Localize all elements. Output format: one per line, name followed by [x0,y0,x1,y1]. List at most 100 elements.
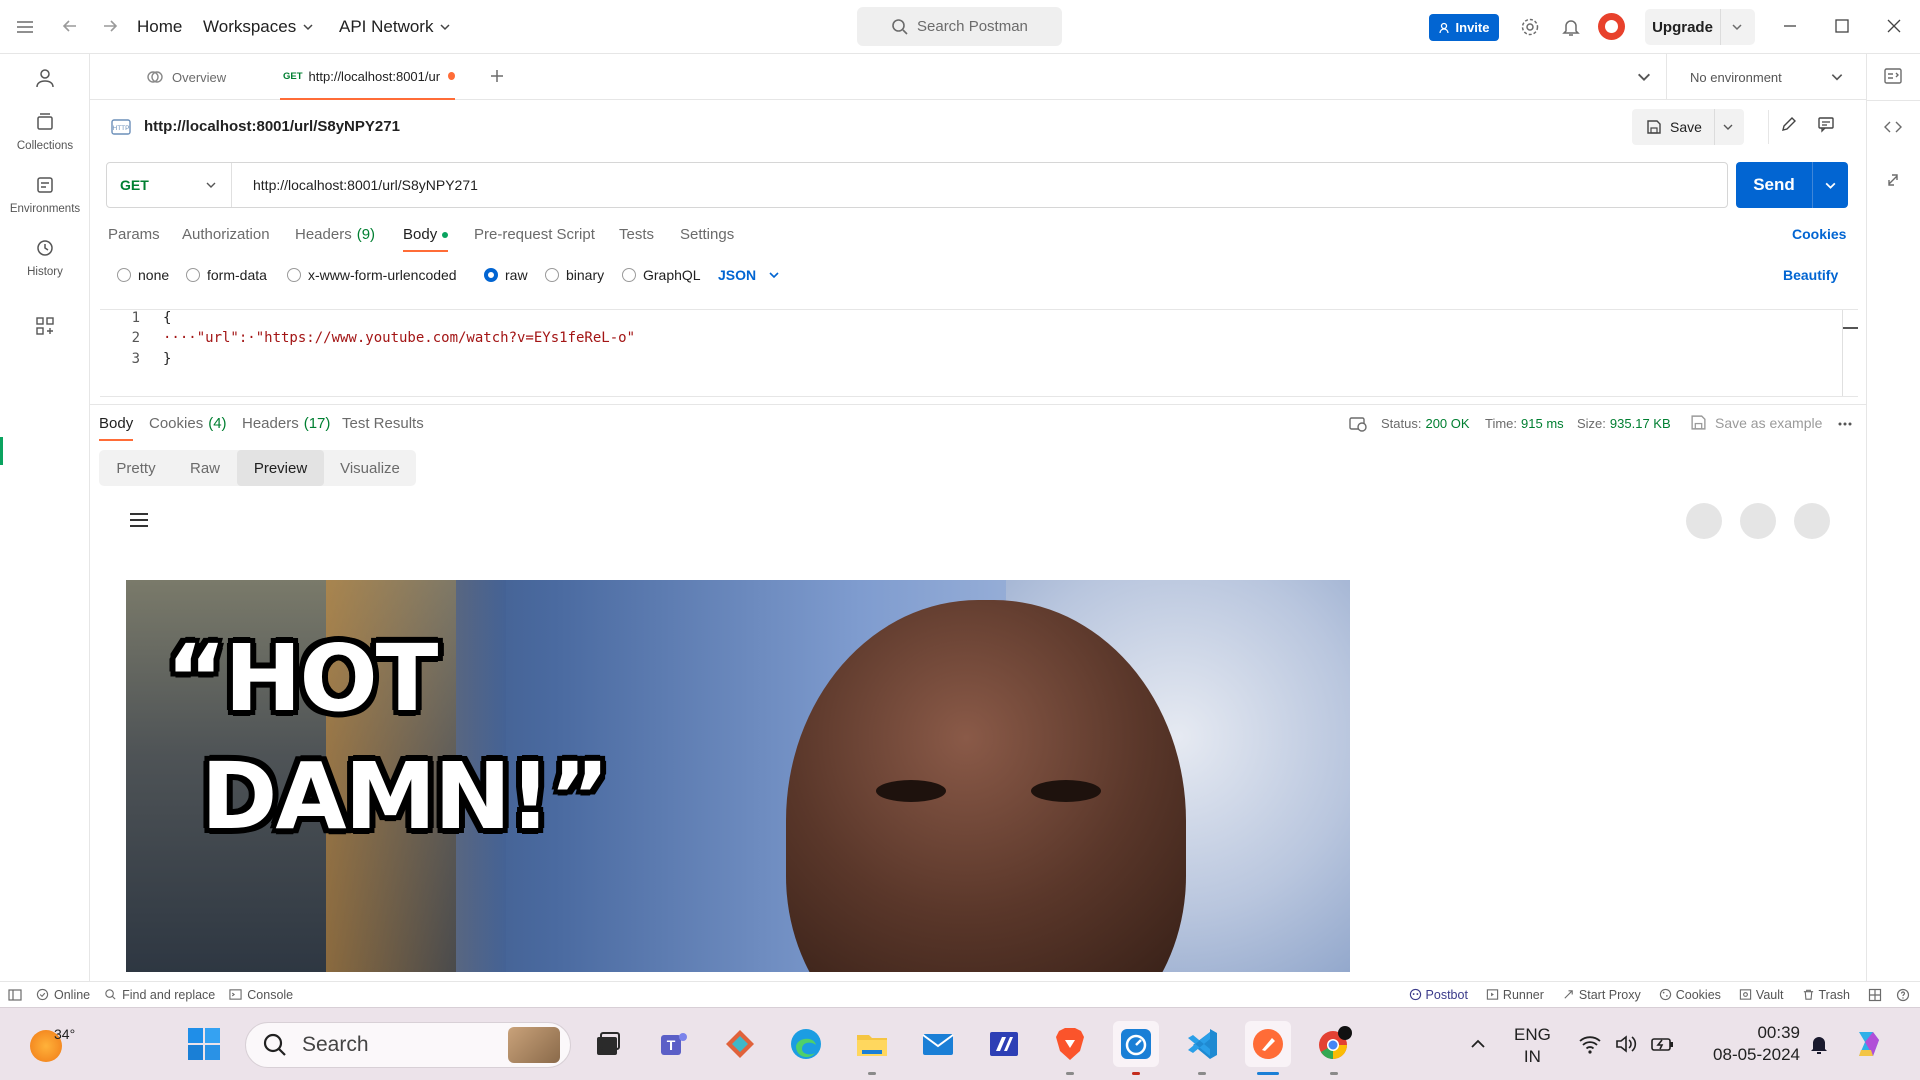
trash-button[interactable]: Trash [1802,988,1850,1002]
upgrade-button[interactable]: Upgrade [1645,9,1755,45]
environment-quick-look-icon[interactable] [1883,66,1903,86]
notification-bell-icon[interactable] [1808,1032,1830,1056]
battery-charging-icon[interactable] [1650,1033,1676,1055]
window-minimize-icon[interactable] [1780,16,1800,36]
comments-icon[interactable] [1816,114,1836,134]
radio-form-data[interactable]: form-data [186,267,267,283]
request-title[interactable]: http://localhost:8001/url/S8yNPY271 [144,118,400,135]
response-size[interactable]: Size: 935.17 KB [1577,416,1671,431]
task-view-icon[interactable] [585,1021,631,1067]
response-tab-cookies[interactable]: Cookies (4) [149,415,227,432]
new-tab-plus-icon[interactable] [488,67,506,85]
beautify-link[interactable]: Beautify [1783,267,1838,283]
api-network-menu[interactable]: API Network [339,17,451,37]
postbot-button[interactable]: Postbot [1409,988,1468,1002]
layout-toggle-icon[interactable] [1868,988,1882,1002]
vscode-icon[interactable] [1179,1021,1225,1067]
response-tab-headers[interactable]: Headers (17) [242,415,330,432]
notifications-bell-icon[interactable] [1560,16,1582,38]
tab-overview[interactable]: Overview [146,54,226,100]
back-arrow-icon[interactable] [60,16,80,36]
toggle-sidebar-icon[interactable] [8,988,22,1002]
radio-raw[interactable]: raw [484,267,528,283]
window-maximize-icon[interactable] [1832,16,1852,36]
radio-none[interactable]: none [117,267,169,283]
radio-x-www-form-urlencoded[interactable]: x-www-form-urlencoded [287,267,457,283]
video-thumbnail-image[interactable]: “HOT DAMN!” [126,580,1350,972]
teams-icon[interactable]: T [651,1021,697,1067]
cookies-button[interactable]: Cookies [1659,988,1721,1002]
tab-settings[interactable]: Settings [680,226,734,243]
weather-widget[interactable]: 34° [30,1022,75,1062]
taskbar-clock[interactable]: 00:39 08-05-2024 [1700,1022,1800,1066]
preview-hamburger-icon[interactable] [127,508,151,532]
forward-arrow-icon[interactable] [100,16,120,36]
tab-tests[interactable]: Tests [619,226,654,243]
response-status[interactable]: Status: 200 OK [1381,416,1470,431]
code-editor-app-icon[interactable] [981,1021,1027,1067]
start-proxy-button[interactable]: Start Proxy [1562,988,1641,1002]
home-link[interactable]: Home [137,17,182,37]
chrome-browser-icon[interactable] [1311,1021,1357,1067]
settings-gear-icon[interactable] [1519,16,1541,38]
save-button[interactable]: Save [1632,109,1744,145]
edit-pencil-icon[interactable] [1779,114,1799,134]
taskbar-search-box[interactable]: Search [245,1022,571,1068]
view-raw[interactable]: Raw [173,450,237,486]
related-collections-icon[interactable] [1883,170,1903,190]
format-dropdown[interactable]: JSON [718,267,780,283]
find-and-replace-button[interactable]: Find and replace [104,988,215,1002]
tab-authorization[interactable]: Authorization [182,226,270,243]
user-profile-icon[interactable] [33,66,57,90]
vault-button[interactable]: Vault [1739,988,1784,1002]
git-app-icon[interactable] [717,1021,763,1067]
view-preview[interactable]: Preview [237,450,324,486]
method-selector[interactable]: GET [107,163,232,207]
help-icon[interactable] [1896,988,1910,1002]
start-button[interactable] [181,1021,227,1067]
tabs-dropdown-icon[interactable] [1636,69,1652,85]
postman-app-icon[interactable] [1245,1021,1291,1067]
view-pretty[interactable]: Pretty [99,450,173,486]
tab-active-request[interactable]: GET http://localhost:8001/ur [280,54,455,100]
view-visualize[interactable]: Visualize [324,450,416,486]
tab-headers[interactable]: Headers (9) [295,226,375,243]
url-input[interactable]: http://localhost:8001/url/S8yNPY271 [253,177,478,193]
system-tray-chevron-up-icon[interactable] [1468,1034,1488,1054]
runner-button[interactable]: Runner [1486,988,1544,1002]
language-indicator[interactable]: ENG IN [1514,1024,1551,1068]
more-options-icon[interactable] [1836,415,1854,433]
body-code-editor[interactable]: 1 2 3 { ····"url":·"https://www.youtube.… [100,309,1858,397]
mail-icon[interactable] [915,1021,961,1067]
response-tab-body[interactable]: Body [99,415,134,441]
radio-graphql[interactable]: GraphQL [622,267,701,283]
radio-binary[interactable]: binary [545,267,604,283]
wifi-icon[interactable] [1578,1033,1602,1055]
menu-icon[interactable] [14,16,36,38]
network-globe-icon[interactable] [1348,414,1368,434]
sidebar-item-environments[interactable]: Environments [0,173,90,215]
save-as-example-button[interactable]: Save as example [1690,414,1822,431]
code-snippet-icon[interactable] [1883,117,1903,137]
window-close-icon[interactable] [1884,16,1904,36]
tab-params[interactable]: Params [108,226,160,243]
cookies-link[interactable]: Cookies [1792,226,1846,242]
environment-selector[interactable]: No environment [1666,54,1866,100]
user-avatar[interactable] [1598,13,1625,40]
sidebar-item-collections[interactable]: Collections [0,110,90,152]
editor-scrollbar[interactable] [1843,327,1858,329]
tab-body[interactable]: Body [403,226,449,252]
copilot-icon[interactable] [1851,1026,1887,1062]
volume-icon[interactable] [1614,1033,1638,1055]
response-time[interactable]: Time: 915 ms [1485,416,1564,431]
invite-button[interactable]: Invite [1429,14,1499,41]
file-explorer-icon[interactable] [849,1021,895,1067]
apps-grid-icon[interactable] [35,316,55,336]
sidebar-item-history[interactable]: History [0,236,90,278]
tab-pre-request-script[interactable]: Pre-request Script [474,226,595,243]
brave-browser-icon[interactable] [1047,1021,1093,1067]
search-postman-input[interactable]: Search Postman [857,7,1062,46]
speedtest-app-icon[interactable] [1113,1021,1159,1067]
edge-browser-icon[interactable] [783,1021,829,1067]
response-tab-test-results[interactable]: Test Results [342,415,424,432]
